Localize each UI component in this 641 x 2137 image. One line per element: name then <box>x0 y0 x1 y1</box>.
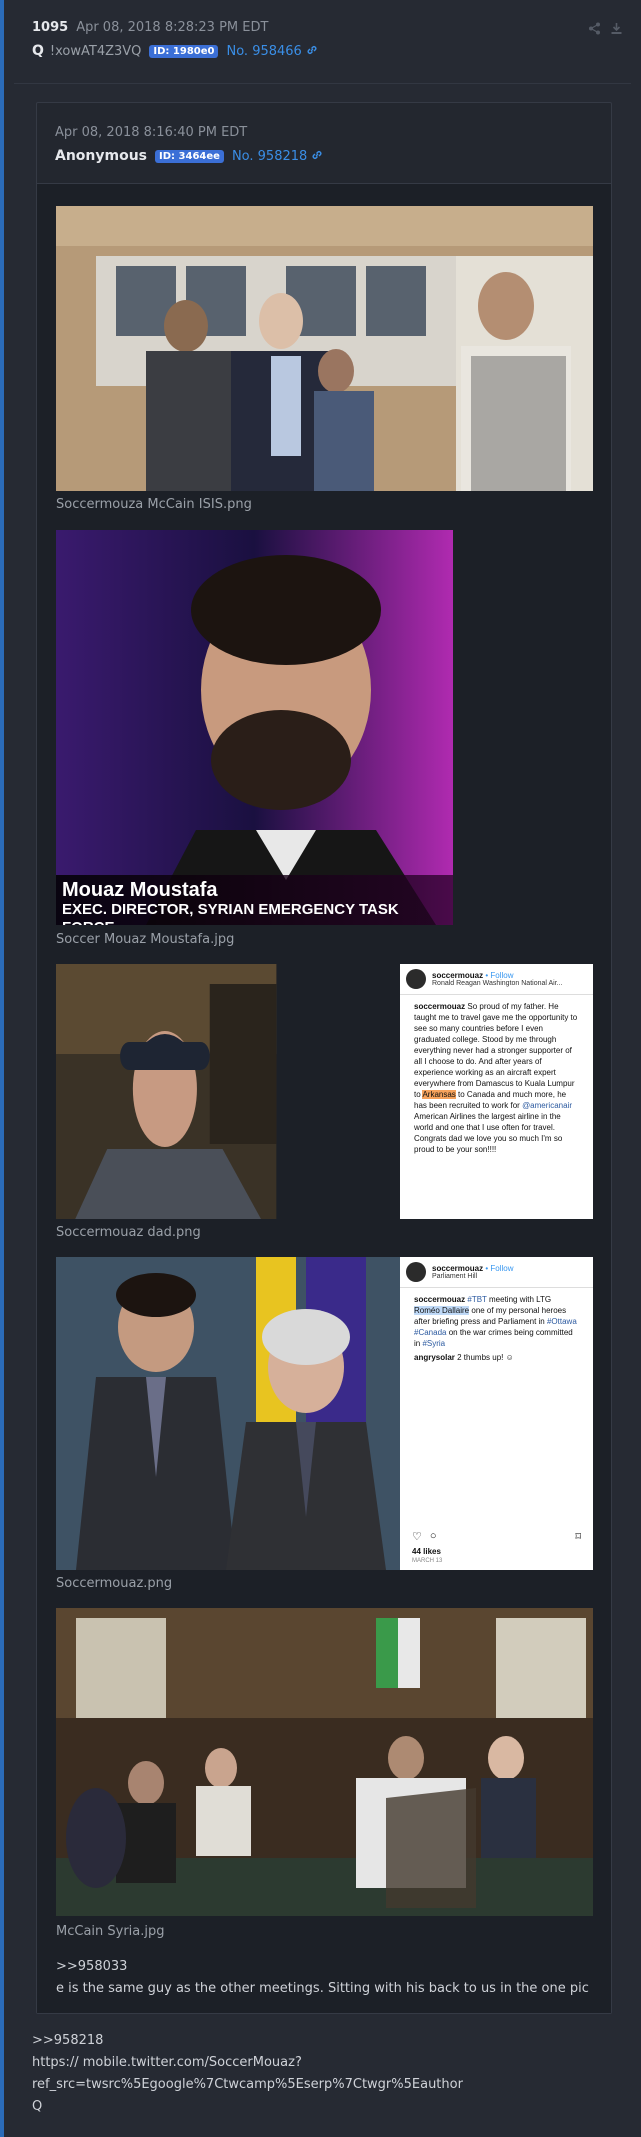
quoted-author: Anonymous <box>55 148 148 164</box>
insta-comment: 2 thumbs up! ☺ <box>454 1353 514 1362</box>
quoted-post-link[interactable]: No. 958218 <box>232 149 307 164</box>
image-mouaz-moustafa[interactable]: Mouaz Moustafa EXEC. DIRECTOR, SYRIAN EM… <box>56 530 453 925</box>
insta-tag[interactable]: #TBT <box>467 1295 486 1304</box>
insta-location[interactable]: Ronald Reagan Washington National Air... <box>432 980 563 987</box>
instagram-post: soccermouaz • Follow Parliament Hill soc… <box>400 1257 593 1570</box>
quoted-post: Apr 08, 2018 8:16:40 PM EDT Anonymous ID… <box>36 102 612 2014</box>
insta-text: So proud of my father. He taught me to t… <box>414 1002 578 1099</box>
insta-likes: 44 likes <box>412 1547 441 1556</box>
heart-icon[interactable]: ♡ <box>412 1530 422 1543</box>
post-header: 1095 Apr 08, 2018 8:28:23 PM EDT Q !xowA… <box>32 20 623 70</box>
insta-header: soccermouaz • Follow Parliament Hill <box>400 1257 593 1288</box>
quoted-header: Apr 08, 2018 8:16:40 PM EDT Anonymous ID… <box>55 125 323 164</box>
insta-caption-user: soccermouaz <box>414 1295 466 1304</box>
quoted-body: Soccermouza McCain ISIS.png Mouaz Mousta… <box>37 184 611 2013</box>
reply-text: e is the same guy as the other meetings.… <box>56 1981 589 1996</box>
author-name: Q <box>32 43 44 59</box>
reply-reference[interactable]: >>958218 <box>32 2030 463 2052</box>
avatar[interactable] <box>406 969 426 989</box>
image-soccermouaz-dad[interactable]: soccermouaz • Follow Ronald Reagan Washi… <box>56 964 593 1219</box>
header-divider <box>14 83 631 84</box>
follow-button[interactable]: • Follow <box>483 1264 513 1273</box>
share-icon[interactable] <box>587 22 601 36</box>
image-caption[interactable]: Soccermouza McCain ISIS.png <box>56 497 252 512</box>
insta-text: meeting with LTG <box>486 1295 552 1304</box>
image-caption[interactable]: Soccermouaz.png <box>56 1576 172 1591</box>
insta-date: MARCH 13 <box>412 1558 443 1564</box>
insta-username[interactable]: soccermouaz <box>432 1264 483 1273</box>
image-caption[interactable]: Soccer Mouaz Moustafa.jpg <box>56 932 234 947</box>
name-banner: Mouaz Moustafa EXEC. DIRECTOR, SYRIAN EM… <box>56 875 453 925</box>
post-date: Apr 08, 2018 8:28:23 PM EDT <box>76 20 269 35</box>
id-badge[interactable]: ID: 1980e0 <box>149 44 219 58</box>
instagram-post: soccermouaz • Follow Ronald Reagan Washi… <box>400 964 593 1219</box>
post-body: >>958218 https:// mobile.twitter.com/Soc… <box>32 2030 463 2118</box>
image-caption[interactable]: Soccermouaz dad.png <box>56 1225 201 1240</box>
reply-reference[interactable]: >>958033 <box>56 1956 589 1978</box>
banner-title: EXEC. DIRECTOR, SYRIAN EMERGENCY TASK FO… <box>62 901 399 925</box>
insta-caption-user: soccermouaz <box>414 1002 466 1011</box>
insta-comment-user[interactable]: angrysolar <box>414 1353 455 1362</box>
download-icon[interactable] <box>609 22 623 36</box>
post: 1095 Apr 08, 2018 8:28:23 PM EDT Q !xowA… <box>0 0 641 2137</box>
avatar[interactable] <box>406 1262 426 1282</box>
link-icon[interactable] <box>306 44 318 59</box>
image-caption[interactable]: McCain Syria.jpg <box>56 1924 165 1939</box>
twitter-link-params[interactable]: ref_src=twsrc%5Egoogle%7Ctwcamp%5Eserp%7… <box>32 2074 463 2096</box>
comment-icon[interactable]: ○ <box>430 1530 437 1543</box>
quoted-date: Apr 08, 2018 8:16:40 PM EDT <box>55 125 248 140</box>
quoted-text: >>958033 e is the same guy as the other … <box>56 1956 589 2000</box>
insta-footer: ♡ ○ ⌑ 44 likes MARCH 13 <box>412 1530 581 1564</box>
insta-location[interactable]: Parliament Hill <box>432 1273 514 1280</box>
image-mccain-syria[interactable] <box>56 1608 593 1916</box>
twitter-link[interactable]: https:// mobile.twitter.com/SoccerMouaz? <box>32 2052 463 2074</box>
bookmark-icon[interactable]: ⌑ <box>575 1530 581 1543</box>
post-number[interactable]: 1095 <box>32 20 68 35</box>
header-actions <box>587 22 623 36</box>
banner-name: Mouaz Moustafa <box>62 879 218 901</box>
post-link[interactable]: No. 958466 <box>226 44 301 59</box>
insta-text: American Airlines the largest airline in… <box>414 1112 563 1154</box>
insta-highlight: Roméo Dallaire <box>414 1306 470 1315</box>
insta-tag[interactable]: #Syria <box>422 1339 445 1348</box>
signature: Q <box>32 2099 43 2114</box>
follow-button[interactable]: • Follow <box>483 971 513 980</box>
insta-caption: soccermouaz So proud of my father. He ta… <box>400 995 593 1161</box>
insta-highlight: Arkansas <box>422 1090 456 1099</box>
insta-username[interactable]: soccermouaz <box>432 971 483 980</box>
link-icon[interactable] <box>311 149 323 164</box>
tripcode: !xowAT4Z3VQ <box>49 43 142 59</box>
quoted-id-badge[interactable]: ID: 3464ee <box>155 149 224 163</box>
image-mccain-isis[interactable] <box>56 206 593 491</box>
insta-tag[interactable]: @americanair <box>522 1101 572 1110</box>
image-soccermouaz[interactable]: soccermouaz • Follow Parliament Hill soc… <box>56 1257 593 1570</box>
insta-caption: soccermouaz #TBT meeting with LTG Roméo … <box>400 1288 593 1369</box>
insta-header: soccermouaz • Follow Ronald Reagan Washi… <box>400 964 593 995</box>
